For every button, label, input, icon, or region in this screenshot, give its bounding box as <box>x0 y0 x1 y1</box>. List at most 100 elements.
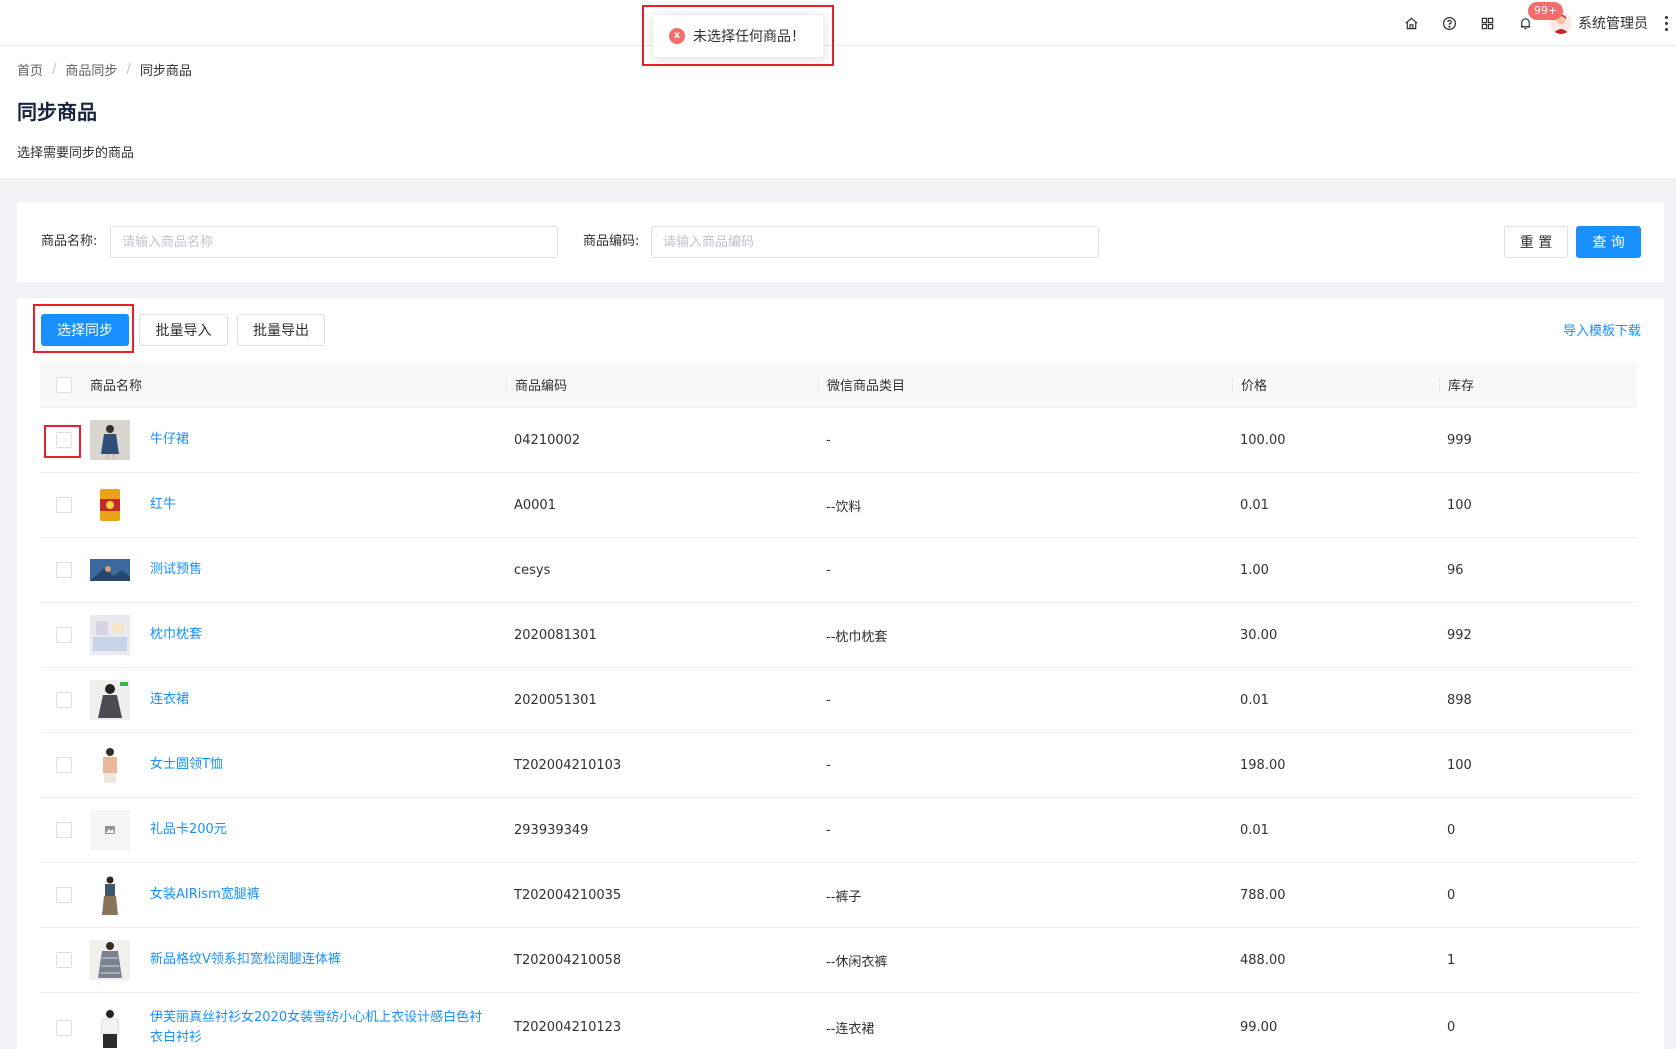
table-row: 测试预售 cesys - 1.00 96 <box>40 538 1637 603</box>
table-header: 商品名称 商品编码 微信商品类目 价格 库存 <box>40 362 1637 408</box>
product-name-link[interactable]: 连衣裙 <box>150 690 189 710</box>
product-thumbnail <box>90 615 130 655</box>
product-name-label: 商品名称: <box>41 234 98 249</box>
product-code: A0001 <box>514 497 556 513</box>
reset-button[interactable]: 重 置 <box>1504 226 1568 258</box>
product-name-link[interactable]: 枕巾枕套 <box>150 625 202 645</box>
bell-icon[interactable]: 99+ <box>1506 0 1564 46</box>
page-title: 同步商品 <box>17 100 97 124</box>
breadcrumb-home[interactable]: 首页 <box>17 60 43 79</box>
product-name-link[interactable]: 测试预售 <box>150 560 202 580</box>
product-code-input[interactable] <box>651 226 1099 258</box>
product-name-input[interactable] <box>110 226 558 258</box>
product-code: T202004210058 <box>514 952 622 968</box>
table-row: 连衣裙 2020051301 - 0.01 898 <box>40 668 1637 733</box>
table-row: 新品格纹V领系扣宽松阔腿连体裤 T202004210058 --休闲衣裤 488… <box>40 928 1637 993</box>
column-header-code: 商品编码 <box>515 379 568 394</box>
product-category: --裤子 <box>826 889 862 905</box>
product-price: 0.01 <box>1240 822 1269 838</box>
product-name-link[interactable]: 女装AIRism宽腿裤 <box>150 885 260 905</box>
table-row: 女装AIRism宽腿裤 T202004210035 --裤子 788.00 0 <box>40 863 1637 928</box>
breadcrumb-current: 同步商品 <box>139 64 192 79</box>
product-category: --连衣裙 <box>826 1022 875 1037</box>
product-category: --饮料 <box>826 499 862 515</box>
product-category: - <box>826 692 831 708</box>
notification-badge: 99+ <box>1528 2 1564 20</box>
row-checkbox[interactable] <box>56 952 72 968</box>
product-stock: 992 <box>1447 627 1472 643</box>
product-thumbnail <box>90 680 130 720</box>
breadcrumb-product-sync[interactable]: 商品同步 <box>65 60 117 79</box>
product-code: T202004210103 <box>514 757 622 773</box>
product-code: 04210002 <box>514 432 581 448</box>
product-thumbnail <box>90 550 130 590</box>
row-checkbox[interactable] <box>56 887 72 903</box>
select-sync-button[interactable]: 选择同步 <box>41 314 129 346</box>
product-code: 293939349 <box>514 822 589 838</box>
product-stock: 0 <box>1447 1020 1456 1035</box>
product-thumbnail <box>90 875 130 915</box>
product-price: 30.00 <box>1240 627 1278 643</box>
search-form: 商品名称: 商品编码: 重 置 查 询 <box>17 202 1664 282</box>
product-stock: 96 <box>1447 562 1464 578</box>
product-name-link[interactable]: 新品格纹V领系扣宽松阔腿连体裤 <box>150 950 341 970</box>
batch-import-button[interactable]: 批量导入 <box>139 314 228 346</box>
product-name-link[interactable]: 牛仔裙 <box>150 430 189 450</box>
batch-export-button[interactable]: 批量导出 <box>237 314 325 346</box>
template-download-link[interactable]: 导入模板下载 <box>1563 320 1641 339</box>
product-price: 0.01 <box>1240 692 1269 708</box>
breadcrumb-separator: / <box>126 62 131 77</box>
row-checkbox[interactable] <box>56 822 72 838</box>
product-category: --枕巾枕套 <box>826 629 888 645</box>
product-stock: 100 <box>1447 757 1472 773</box>
row-checkbox[interactable] <box>56 1019 72 1036</box>
product-code-label: 商品编码: <box>583 234 640 249</box>
top-header: 99+ 系统管理员 <box>0 0 1676 46</box>
table-row: 礼品卡200元 293939349 - 0.01 0 <box>40 798 1637 863</box>
row-checkbox[interactable] <box>56 432 72 448</box>
product-code: T202004210035 <box>514 887 622 903</box>
product-price: 1.00 <box>1240 562 1269 578</box>
query-button[interactable]: 查 询 <box>1576 226 1641 258</box>
column-header-price: 价格 <box>1241 379 1268 394</box>
more-vertical-icon[interactable] <box>1656 0 1676 46</box>
table-row: 枕巾枕套 2020081301 --枕巾枕套 30.00 992 <box>40 603 1637 668</box>
row-checkbox[interactable] <box>56 562 72 578</box>
product-name-link[interactable]: 女士圆领T恤 <box>150 755 223 775</box>
product-price: 788.00 <box>1240 887 1286 903</box>
row-checkbox[interactable] <box>56 692 72 708</box>
select-all-checkbox[interactable] <box>56 376 72 393</box>
product-stock: 100 <box>1447 497 1472 513</box>
product-name-link[interactable]: 伊芙丽真丝衬衫女2020女装雪纺小心机上衣设计感白色衬衣白衬衫 <box>150 1008 490 1048</box>
product-category: - <box>826 757 831 773</box>
help-icon[interactable] <box>1430 0 1468 46</box>
product-stock: 999 <box>1447 432 1472 448</box>
error-circle-icon: x <box>669 28 685 44</box>
row-checkbox[interactable] <box>56 497 72 513</box>
row-checkbox[interactable] <box>56 757 72 773</box>
product-code: cesys <box>514 562 551 578</box>
home-icon[interactable] <box>1392 0 1430 46</box>
row-checkbox[interactable] <box>56 627 72 643</box>
user-name: 系统管理员 <box>1578 16 1648 32</box>
product-price: 99.00 <box>1240 1020 1278 1035</box>
product-name-link[interactable]: 礼品卡200元 <box>150 820 227 840</box>
table-row: 牛仔裙 04210002 - 100.00 999 <box>40 408 1637 473</box>
product-thumbnail <box>90 1007 130 1048</box>
breadcrumb: 首页 / 商品同步 / 同步商品 <box>17 60 192 79</box>
header-actions: 99+ 系统管理员 <box>1392 0 1676 46</box>
product-price: 198.00 <box>1240 757 1286 773</box>
table-row: 红牛 A0001 --饮料 0.01 100 <box>40 473 1637 538</box>
product-stock: 0 <box>1447 887 1456 903</box>
product-thumbnail <box>90 745 130 785</box>
product-price: 100.00 <box>1240 432 1286 448</box>
apps-icon[interactable] <box>1468 0 1506 46</box>
product-category: - <box>826 822 831 838</box>
product-name-link[interactable]: 红牛 <box>150 495 176 515</box>
product-price: 0.01 <box>1240 497 1269 513</box>
error-toast: x 未选择任何商品！ <box>652 14 824 58</box>
product-code: 2020051301 <box>514 692 597 708</box>
product-list-card: 选择同步 批量导入 批量导出 导入模板下载 商品名称 商品编码 微信商品类目 价… <box>17 298 1664 1049</box>
column-header-category: 微信商品类目 <box>827 379 906 394</box>
product-category: --休闲衣裤 <box>826 954 888 970</box>
